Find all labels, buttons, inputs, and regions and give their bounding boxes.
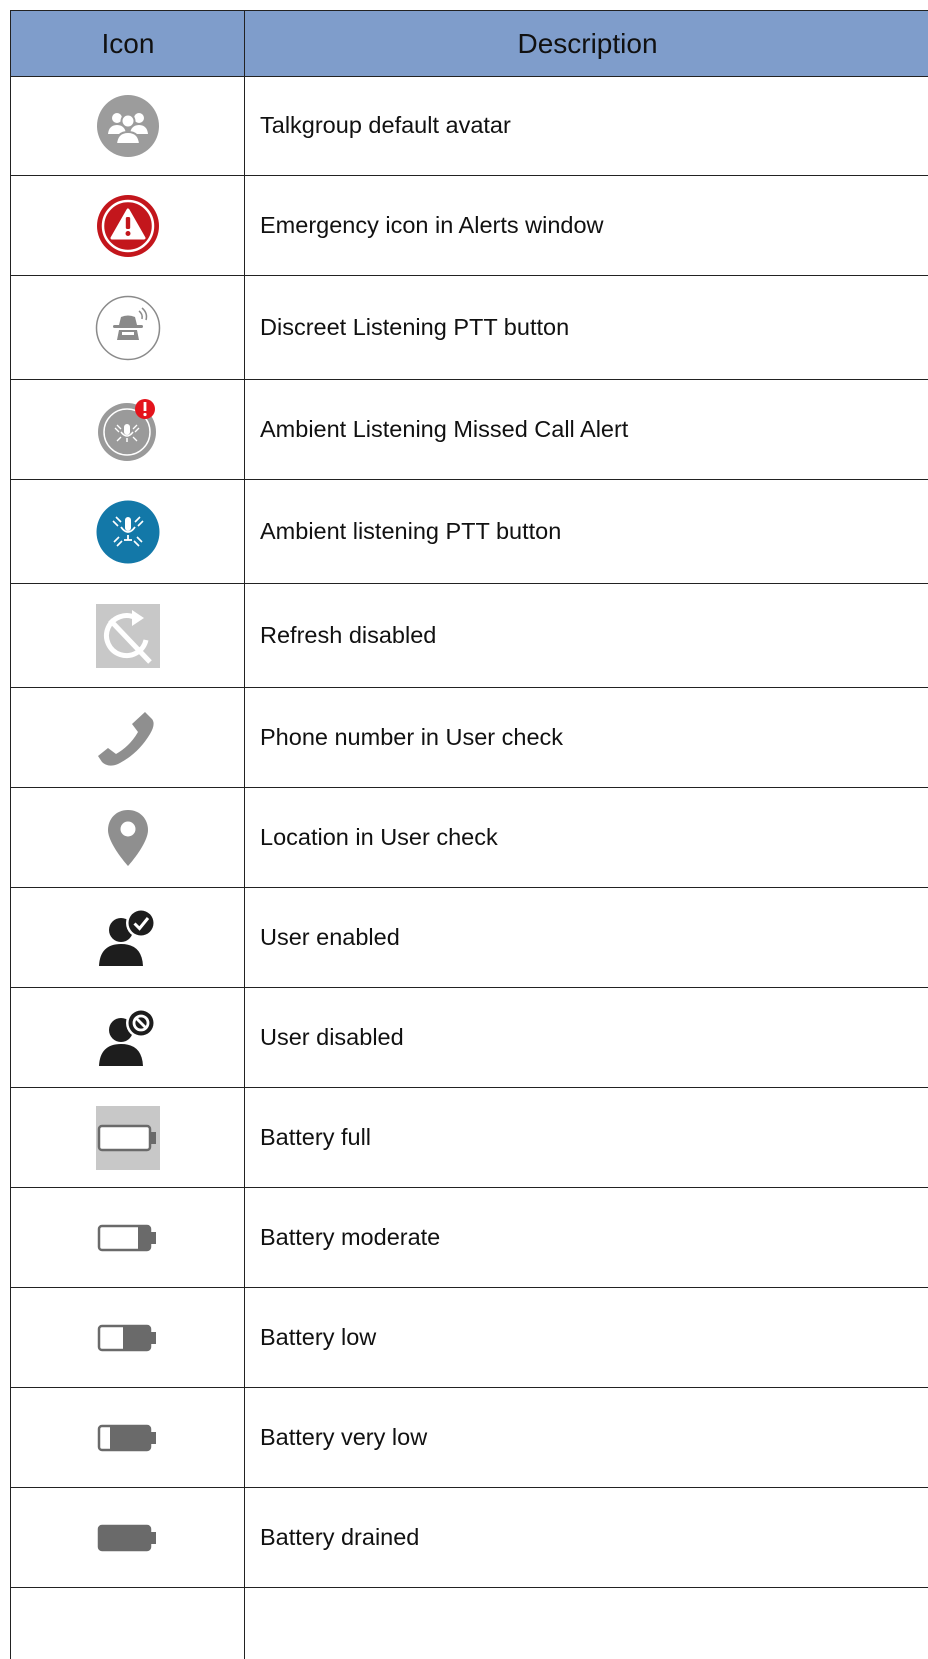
table-row: User enabled <box>11 888 928 988</box>
battery-very-low-icon <box>11 1388 245 1487</box>
battery-moderate-icon <box>11 1188 245 1287</box>
table-row: User disabled <box>11 988 928 1088</box>
row-description: Ambient Listening Missed Call Alert <box>260 416 629 442</box>
row-description: Emergency icon in Alerts window <box>260 212 604 238</box>
row-description: Discreet Listening PTT button <box>260 314 570 340</box>
row-description: Ambient listening PTT button <box>260 518 562 544</box>
table-row: Phone number in User check <box>11 688 928 788</box>
user-enabled-icon <box>11 888 245 987</box>
ambient-listening-icon <box>11 480 245 583</box>
row-description: Location in User check <box>260 824 498 850</box>
row-description: Battery very low <box>260 1424 428 1450</box>
table-row: Emergency icon in Alerts window <box>11 176 928 276</box>
battery-low-icon <box>11 1288 245 1387</box>
table-row: Ambient listening PTT button <box>11 480 928 584</box>
refresh-disabled-icon <box>11 584 245 687</box>
table-row: Battery full <box>11 1088 928 1188</box>
table-header: Icon Description <box>11 11 928 77</box>
battery-full-icon <box>11 1088 245 1187</box>
header-description: Description <box>517 27 658 59</box>
table-row: Battery drained <box>11 1488 928 1588</box>
user-disabled-icon <box>11 988 245 1087</box>
table-row: Battery very low <box>11 1388 928 1488</box>
header-icon: Icon <box>101 27 155 59</box>
table-row: Battery low <box>11 1288 928 1388</box>
talkgroup-avatar-icon <box>11 76 245 175</box>
emergency-alert-icon <box>11 176 245 275</box>
phone-icon <box>11 688 245 787</box>
table-row: Ambient Listening Missed Call Alert <box>11 380 928 480</box>
row-description: User enabled <box>260 924 400 950</box>
table-row: Talkgroup default avatar <box>11 76 928 176</box>
table-row: Battery moderate <box>11 1188 928 1288</box>
row-description: User disabled <box>260 1024 404 1050</box>
row-description: Battery drained <box>260 1524 420 1550</box>
row-description: Phone number in User check <box>260 724 564 750</box>
row-description: Battery full <box>260 1124 372 1150</box>
table-row: Location in User check <box>11 788 928 888</box>
row-description: Talkgroup default avatar <box>260 112 511 138</box>
table-row: Refresh disabled <box>11 584 928 688</box>
battery-drained-icon <box>11 1488 245 1587</box>
discreet-listening-icon <box>11 276 245 379</box>
column-divider <box>244 11 245 1659</box>
icon-table: Icon Description Talkgroup default avata… <box>10 10 928 1659</box>
row-description: Refresh disabled <box>260 622 437 648</box>
ambient-missed-call-icon <box>11 380 245 479</box>
table-row: Discreet Listening PTT button <box>11 276 928 380</box>
location-pin-icon <box>11 788 245 887</box>
row-description: Battery moderate <box>260 1224 441 1250</box>
row-description: Battery low <box>260 1324 377 1350</box>
